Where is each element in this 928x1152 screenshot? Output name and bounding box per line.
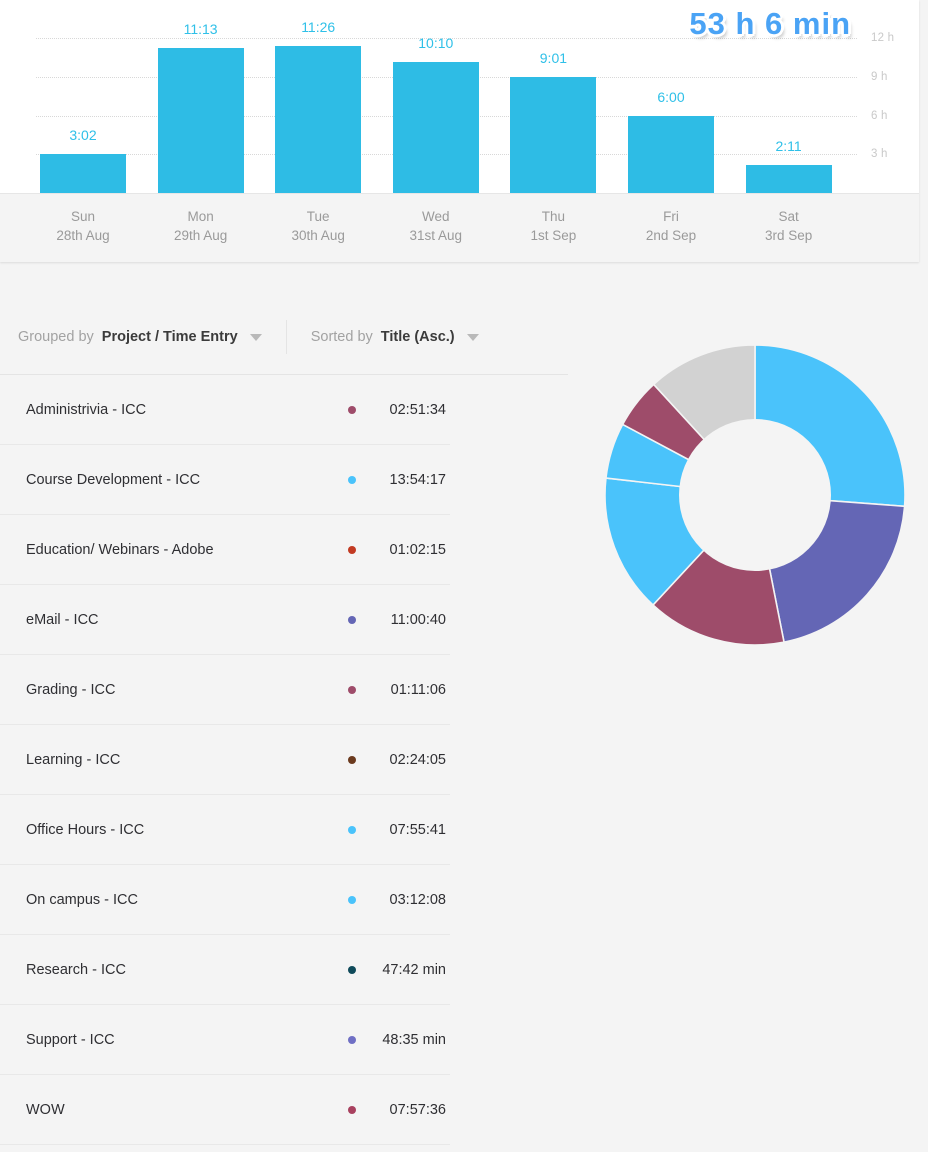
bar-sat[interactable] [745, 164, 832, 193]
y-axis-tick: 9 h [871, 70, 888, 83]
table-row[interactable]: WOW 07:57:36 [0, 1075, 450, 1145]
table-row[interactable]: Grading - ICC 01:11:06 [0, 655, 450, 725]
bar-tue[interactable] [275, 45, 362, 193]
row-duration: 48:35 min [382, 1031, 446, 1048]
bar-fri[interactable] [628, 115, 714, 193]
day-date: 2nd Sep [645, 228, 697, 243]
y-axis-tick: 3 h [871, 148, 888, 161]
bar-value-label: 9:01 [539, 49, 568, 66]
donut-center-hole [679, 419, 831, 571]
row-duration: 47:42 min [382, 961, 446, 978]
bar-thu[interactable] [510, 76, 597, 193]
row-title: Education/ Webinars - Adobe [26, 541, 214, 558]
x-axis-label-mon: Mon 29th Aug [158, 207, 244, 245]
x-axis-label-thu: Thu 1st Sep [510, 207, 596, 245]
day-date: 1st Sep [530, 228, 577, 243]
row-title: Learning - ICC [26, 751, 121, 768]
bar-value-label: 6:00 [657, 88, 685, 105]
row-title: Research - ICC [26, 961, 126, 978]
x-axis-label-sun: Sun 28th Aug [40, 207, 126, 245]
x-axis-label-wed: Wed 31st Aug [393, 207, 479, 245]
bar-wed[interactable] [392, 61, 479, 193]
row-duration: 07:57:36 [389, 1101, 446, 1118]
bar-mon[interactable] [157, 48, 244, 193]
row-duration: 02:51:34 [389, 401, 446, 418]
day-date: 29th Aug [173, 228, 228, 243]
row-title: eMail - ICC [26, 611, 99, 628]
bar-value-label: 10:10 [418, 34, 454, 51]
sorted-by-label: Sorted by [310, 329, 373, 345]
table-row[interactable]: Course Development - ICC 13:54:17 [0, 445, 450, 515]
row-duration: 13:54:17 [389, 471, 446, 488]
project-distribution-donut [605, 345, 905, 645]
row-title: Support - ICC [26, 1031, 115, 1048]
weekly-chart-card: 12 h 9 h 6 h 3 h 3:02 11:13 11:26 10:10 9:01 6:0… [0, 0, 919, 262]
row-title: Administrivia - ICC [26, 401, 147, 418]
sorted-by-dropdown[interactable]: Sorted by Title (Asc.) [293, 320, 497, 354]
row-title: On campus - ICC [26, 891, 138, 908]
day-name: Tue [306, 209, 330, 224]
table-row[interactable]: Learning - ICC 02:24:05 [0, 725, 450, 795]
sorted-by-value: Title (Asc.) [380, 329, 455, 345]
row-duration: 03:12:08 [389, 891, 446, 908]
day-name: Thu [541, 209, 566, 224]
table-row[interactable]: Research - ICC 47:42 min [0, 935, 450, 1005]
bar-value-label: 3:02 [69, 126, 97, 143]
table-row[interactable]: Office Hours - ICC 07:55:41 [0, 795, 450, 865]
day-date: 31st Aug [409, 228, 463, 243]
table-row[interactable]: Administrivia - ICC 02:51:34 [0, 375, 450, 445]
x-axis-label-fri: Fri 2nd Sep [628, 207, 714, 245]
row-title: Course Development - ICC [26, 471, 201, 488]
day-date: 28th Aug [56, 228, 110, 243]
chevron-down-icon [466, 333, 479, 341]
day-name: Sun [70, 209, 96, 224]
row-duration: 01:11:06 [390, 681, 446, 698]
total-time-badge: 53 h 6 min [689, 6, 851, 41]
bar-value-label: 2:11 [775, 137, 802, 154]
day-name: Fri [663, 209, 679, 224]
time-entry-list: Administrivia - ICC 02:51:34 Course Develo… [0, 374, 568, 1145]
bar-sun[interactable] [40, 153, 126, 193]
bar-chart-plot-area: 12 h 9 h 6 h 3 h 3:02 11:13 11:26 10:10 9:01 6:0… [0, 0, 919, 193]
row-duration: 01:02:15 [389, 541, 446, 558]
grouped-by-value: Project / Time Entry [101, 329, 238, 345]
row-duration: 07:55:41 [389, 821, 446, 838]
chevron-down-icon [249, 333, 262, 341]
row-title: WOW [26, 1101, 65, 1118]
day-name: Wed [422, 209, 450, 224]
list-controls: Grouped by Project / Time Entry Sorted b… [0, 300, 568, 374]
table-row[interactable]: Education/ Webinars - Adobe 01:02:15 [0, 515, 450, 585]
bar-value-label: 11:13 [183, 21, 218, 38]
y-axis-tick: 12 h [871, 32, 895, 45]
day-name: Sat [778, 209, 799, 224]
y-axis-tick: 6 h [871, 109, 888, 122]
controls-divider [285, 320, 287, 354]
row-title: Grading - ICC [26, 681, 116, 698]
day-name: Mon [187, 209, 214, 224]
x-axis-band: Sun 28th Aug Mon 29th Aug Tue 30th Aug Wed 31st… [0, 193, 919, 262]
row-duration: 02:24:05 [389, 751, 446, 768]
x-axis-label-sat: Sat 3rd Sep [746, 207, 832, 245]
day-date: 30th Aug [291, 228, 345, 243]
table-row[interactable]: eMail - ICC 11:00:40 [0, 585, 450, 655]
grouped-by-dropdown[interactable]: Grouped by Project / Time Entry [0, 320, 280, 354]
row-title: Office Hours - ICC [26, 821, 145, 838]
row-duration: 11:00:40 [390, 611, 446, 628]
day-date: 3rd Sep [764, 228, 813, 243]
grouped-by-label: Grouped by [18, 329, 94, 345]
table-row[interactable]: Support - ICC 48:35 min [0, 1005, 450, 1075]
x-axis-label-tue: Tue 30th Aug [275, 207, 361, 245]
table-row[interactable]: On campus - ICC 03:12:08 [0, 865, 450, 935]
bar-value-label: 11:26 [301, 18, 336, 35]
